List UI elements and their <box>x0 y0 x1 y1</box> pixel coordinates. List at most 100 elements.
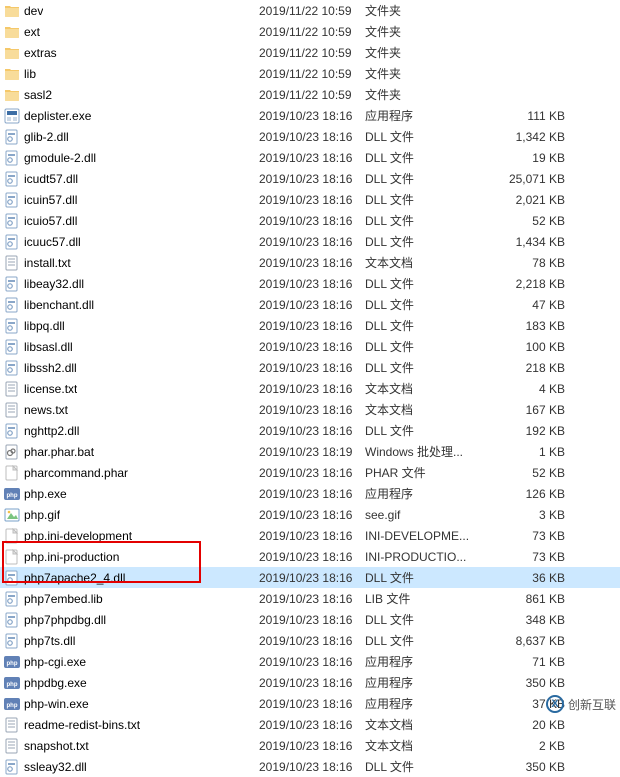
file-name-cell[interactable]: php7apache2_4.dll <box>4 570 259 586</box>
file-name: license.txt <box>24 382 77 396</box>
file-name-cell[interactable]: phpphp-cgi.exe <box>4 654 259 670</box>
file-row[interactable]: phar.phar.bat2019/10/23 18:19Windows 批处理… <box>0 441 620 462</box>
file-row[interactable]: extras2019/11/22 10:59文件夹 <box>0 42 620 63</box>
exe-icon <box>4 108 20 124</box>
file-row[interactable]: php7ts.dll2019/10/23 18:16DLL 文件8,637 KB <box>0 630 620 651</box>
file-type: 文本文档 <box>365 380 495 397</box>
file-name-cell[interactable]: php7embed.lib <box>4 591 259 607</box>
file-name-cell[interactable]: phar.phar.bat <box>4 444 259 460</box>
file-row[interactable]: dev2019/11/22 10:59文件夹 <box>0 0 620 21</box>
file-name-cell[interactable]: libeay32.dll <box>4 276 259 292</box>
file-list[interactable]: dev2019/11/22 10:59文件夹ext2019/11/22 10:5… <box>0 0 620 777</box>
file-row[interactable]: gmodule-2.dll2019/10/23 18:16DLL 文件19 KB <box>0 147 620 168</box>
file-row[interactable]: phpphp-cgi.exe2019/10/23 18:16应用程序71 KB <box>0 651 620 672</box>
file-size: 37 KB <box>495 697 575 711</box>
file-row[interactable]: phpphp.exe2019/10/23 18:16应用程序126 KB <box>0 483 620 504</box>
file-row[interactable]: icudt57.dll2019/10/23 18:16DLL 文件25,071 … <box>0 168 620 189</box>
file-name-cell[interactable]: news.txt <box>4 402 259 418</box>
dll-icon <box>4 759 20 775</box>
file-name-cell[interactable]: dev <box>4 3 259 19</box>
file-row[interactable]: nghttp2.dll2019/10/23 18:16DLL 文件192 KB <box>0 420 620 441</box>
txt-icon <box>4 255 20 271</box>
file-name-cell[interactable]: php.ini-production <box>4 549 259 565</box>
file-row[interactable]: ssleay32.dll2019/10/23 18:16DLL 文件350 KB <box>0 756 620 777</box>
file-row[interactable]: libenchant.dll2019/10/23 18:16DLL 文件47 K… <box>0 294 620 315</box>
file-row[interactable]: news.txt2019/10/23 18:16文本文档167 KB <box>0 399 620 420</box>
file-row[interactable]: sasl22019/11/22 10:59文件夹 <box>0 84 620 105</box>
file-row[interactable]: libssh2.dll2019/10/23 18:16DLL 文件218 KB <box>0 357 620 378</box>
file-name-cell[interactable]: phpphpdbg.exe <box>4 675 259 691</box>
phar-icon <box>4 465 20 481</box>
file-name-cell[interactable]: snapshot.txt <box>4 738 259 754</box>
file-row[interactable]: php7phpdbg.dll2019/10/23 18:16DLL 文件348 … <box>0 609 620 630</box>
file-name-cell[interactable]: icuuc57.dll <box>4 234 259 250</box>
file-row[interactable]: license.txt2019/10/23 18:16文本文档4 KB <box>0 378 620 399</box>
file-row[interactable]: ext2019/11/22 10:59文件夹 <box>0 21 620 42</box>
file-name-cell[interactable]: ssleay32.dll <box>4 759 259 775</box>
file-name-cell[interactable]: php7phpdbg.dll <box>4 612 259 628</box>
file-name-cell[interactable]: pharcommand.phar <box>4 465 259 481</box>
file-name-cell[interactable]: deplister.exe <box>4 108 259 124</box>
file-date: 2019/10/23 18:16 <box>259 571 365 585</box>
file-row[interactable]: deplister.exe2019/10/23 18:16应用程序111 KB <box>0 105 620 126</box>
file-row[interactable]: pharcommand.phar2019/10/23 18:16PHAR 文件5… <box>0 462 620 483</box>
file-name-cell[interactable]: libssh2.dll <box>4 360 259 376</box>
file-type: DLL 文件 <box>365 296 495 313</box>
file-name-cell[interactable]: icuin57.dll <box>4 192 259 208</box>
file-row[interactable]: snapshot.txt2019/10/23 18:16文本文档2 KB <box>0 735 620 756</box>
file-name: ssleay32.dll <box>24 760 87 774</box>
file-date: 2019/10/23 18:16 <box>259 109 365 123</box>
file-row[interactable]: lib2019/11/22 10:59文件夹 <box>0 63 620 84</box>
file-name: libpq.dll <box>24 319 65 333</box>
dll-icon <box>4 570 20 586</box>
file-row[interactable]: readme-redist-bins.txt2019/10/23 18:16文本… <box>0 714 620 735</box>
file-name-cell[interactable]: phpphp-win.exe <box>4 696 259 712</box>
file-row[interactable]: php.gif2019/10/23 18:16see.gif3 KB <box>0 504 620 525</box>
dll-icon <box>4 129 20 145</box>
file-date: 2019/10/23 18:16 <box>259 193 365 207</box>
file-name-cell[interactable]: gmodule-2.dll <box>4 150 259 166</box>
file-row[interactable]: libsasl.dll2019/10/23 18:16DLL 文件100 KB <box>0 336 620 357</box>
file-name-cell[interactable]: libsasl.dll <box>4 339 259 355</box>
file-row[interactable]: libpq.dll2019/10/23 18:16DLL 文件183 KB <box>0 315 620 336</box>
file-name-cell[interactable]: install.txt <box>4 255 259 271</box>
file-row[interactable]: php7embed.lib2019/10/23 18:16LIB 文件861 K… <box>0 588 620 609</box>
file-name: glib-2.dll <box>24 130 69 144</box>
file-name-cell[interactable]: nghttp2.dll <box>4 423 259 439</box>
file-row[interactable]: install.txt2019/10/23 18:16文本文档78 KB <box>0 252 620 273</box>
file-date: 2019/11/22 10:59 <box>259 88 365 102</box>
file-row[interactable]: icuuc57.dll2019/10/23 18:16DLL 文件1,434 K… <box>0 231 620 252</box>
file-name-cell[interactable]: libpq.dll <box>4 318 259 334</box>
file-row[interactable]: libeay32.dll2019/10/23 18:16DLL 文件2,218 … <box>0 273 620 294</box>
file-name-cell[interactable]: ext <box>4 24 259 40</box>
phpexe-icon: php <box>4 486 20 502</box>
file-name: php7apache2_4.dll <box>24 571 125 585</box>
file-name-cell[interactable]: php.gif <box>4 507 259 523</box>
file-name-cell[interactable]: license.txt <box>4 381 259 397</box>
file-type: 文件夹 <box>365 2 495 19</box>
file-name-cell[interactable]: php7ts.dll <box>4 633 259 649</box>
file-name-cell[interactable]: icudt57.dll <box>4 171 259 187</box>
file-name: php7ts.dll <box>24 634 75 648</box>
file-row[interactable]: phpphpdbg.exe2019/10/23 18:16应用程序350 KB <box>0 672 620 693</box>
file-row[interactable]: phpphp-win.exe2019/10/23 18:16应用程序37 KB <box>0 693 620 714</box>
file-name-cell[interactable]: glib-2.dll <box>4 129 259 145</box>
file-name-cell[interactable]: phpphp.exe <box>4 486 259 502</box>
file-date: 2019/10/23 18:16 <box>259 256 365 270</box>
file-name-cell[interactable]: sasl2 <box>4 87 259 103</box>
file-name-cell[interactable]: extras <box>4 45 259 61</box>
phpexe-icon: php <box>4 696 20 712</box>
file-name-cell[interactable]: icuio57.dll <box>4 213 259 229</box>
file-size: 52 KB <box>495 214 575 228</box>
file-row[interactable]: glib-2.dll2019/10/23 18:16DLL 文件1,342 KB <box>0 126 620 147</box>
file-name-cell[interactable]: php.ini-development <box>4 528 259 544</box>
file-row[interactable]: php7apache2_4.dll2019/10/23 18:16DLL 文件3… <box>0 567 620 588</box>
file-row[interactable]: icuin57.dll2019/10/23 18:16DLL 文件2,021 K… <box>0 189 620 210</box>
file-row[interactable]: php.ini-development2019/10/23 18:16INI-D… <box>0 525 620 546</box>
file-name-cell[interactable]: lib <box>4 66 259 82</box>
file-name-cell[interactable]: libenchant.dll <box>4 297 259 313</box>
dll-icon <box>4 633 20 649</box>
file-row[interactable]: icuio57.dll2019/10/23 18:16DLL 文件52 KB <box>0 210 620 231</box>
file-date: 2019/10/23 18:16 <box>259 508 365 522</box>
file-row[interactable]: php.ini-production2019/10/23 18:16INI-PR… <box>0 546 620 567</box>
